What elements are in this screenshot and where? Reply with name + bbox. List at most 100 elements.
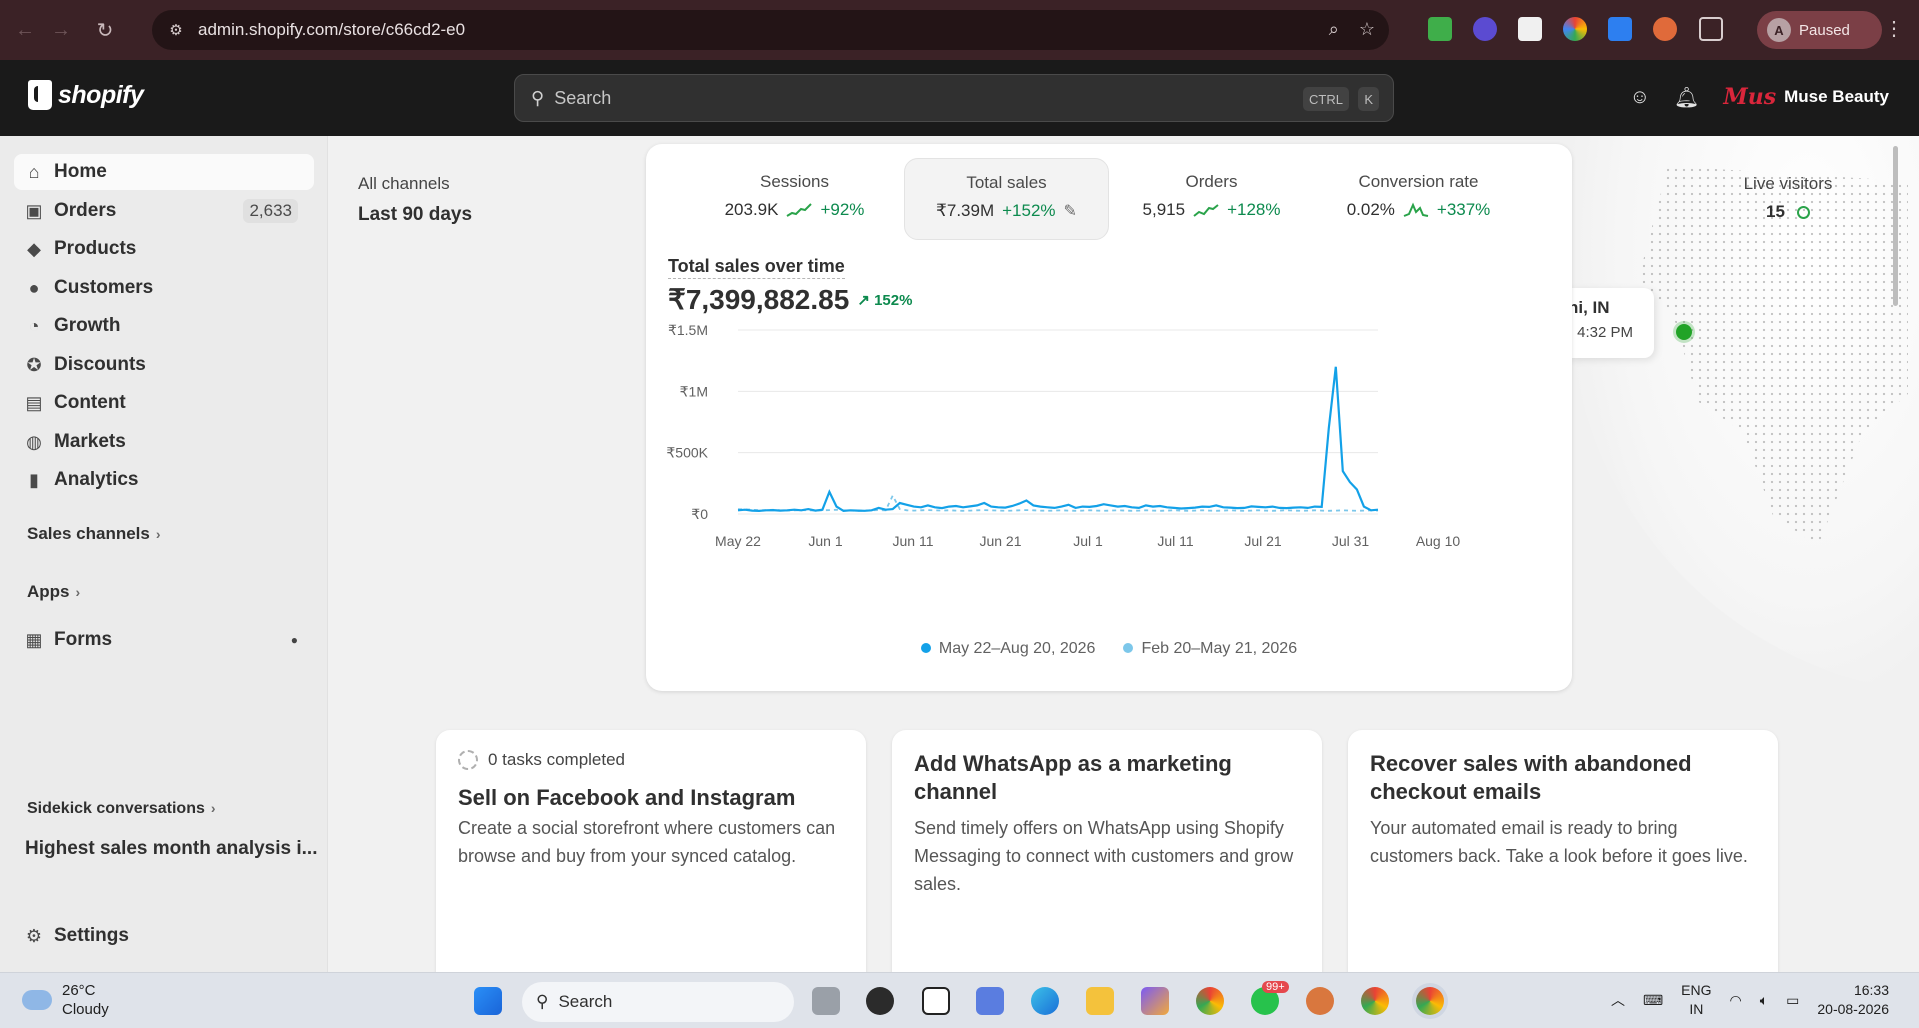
apps-link[interactable]: Apps › bbox=[27, 582, 80, 602]
arrow-up-right-icon: ↗ bbox=[857, 291, 870, 309]
metric-total-sales[interactable]: Total sales ₹7.39M +152% ✎ bbox=[904, 158, 1109, 240]
clock[interactable]: 16:33 20-08-2026 bbox=[1817, 981, 1889, 1019]
chrome-icon[interactable] bbox=[1196, 987, 1224, 1015]
sidebar-item-discounts[interactable]: ✪ Discounts bbox=[14, 347, 314, 383]
x-tick-label: Aug 10 bbox=[1416, 533, 1461, 549]
battery-icon[interactable]: ▭ bbox=[1786, 992, 1799, 1009]
sidebar-item-content[interactable]: ▤ Content bbox=[14, 385, 314, 421]
back-icon[interactable]: ← bbox=[10, 15, 40, 45]
site-settings-icon[interactable]: ⚙ bbox=[158, 21, 194, 39]
windows-start-icon[interactable] bbox=[474, 987, 502, 1015]
wifi-icon[interactable]: ◠ bbox=[1730, 992, 1742, 1009]
sidebar-item-markets[interactable]: ◍ Markets bbox=[14, 424, 314, 460]
keyboard-icon[interactable]: ⌨ bbox=[1643, 992, 1663, 1009]
chevron-up-icon[interactable]: ︿ bbox=[1611, 990, 1625, 1010]
sidebar-item-label: Discounts bbox=[54, 354, 146, 375]
extension-doc-icon[interactable] bbox=[1518, 17, 1542, 41]
profile-button[interactable]: A Paused bbox=[1757, 11, 1882, 49]
sidebar-item-settings[interactable]: ⚙ Settings bbox=[14, 918, 314, 954]
bell-icon[interactable]: 🔔︎ bbox=[1674, 85, 1699, 110]
sidebar: ⌂ Home ▣ Orders 2,633 ◆ Products ● Custo… bbox=[0, 136, 328, 972]
admin-topbar: shopify ⚲ Search CTRL K ☺ 🔔︎ Mus Muse Be… bbox=[0, 60, 1919, 136]
sidebar-item-orders[interactable]: ▣ Orders 2,633 bbox=[14, 193, 314, 229]
browser-menu-icon[interactable]: ⋮ bbox=[1884, 16, 1904, 41]
notion-icon[interactable] bbox=[922, 987, 950, 1015]
sidebar-item-forms[interactable]: ▦ Forms ● bbox=[14, 622, 314, 658]
channel-filter-label[interactable]: All channels bbox=[358, 174, 472, 194]
extensions-puzzle-icon[interactable] bbox=[1699, 17, 1723, 41]
extension-ring-icon[interactable] bbox=[1563, 17, 1587, 41]
bar-chart-icon: ▮ bbox=[29, 469, 39, 490]
address-bar[interactable]: ⚙ admin.shopify.com/store/c66cd2-e0 ⌕ ☆ bbox=[152, 10, 1389, 50]
legend-item-current[interactable]: May 22–Aug 20, 2026 bbox=[920, 640, 1096, 658]
sales-channels-link[interactable]: Sales channels › bbox=[27, 524, 161, 544]
date-channel-filter[interactable]: All channels Last 90 days bbox=[358, 174, 472, 226]
claude-icon[interactable] bbox=[1306, 987, 1334, 1015]
x-tick-label: Jul 21 bbox=[1244, 533, 1282, 549]
language-indicator[interactable]: ENG IN bbox=[1681, 981, 1711, 1019]
edge-icon[interactable] bbox=[1031, 987, 1059, 1015]
metric-value: 5,915 bbox=[1142, 200, 1186, 219]
extension-sunburst-icon[interactable] bbox=[1653, 17, 1677, 41]
forms-icon: ▦ bbox=[25, 629, 43, 650]
sales-channels-label: Sales channels bbox=[27, 524, 150, 543]
sidebar-item-home[interactable]: ⌂ Home bbox=[14, 154, 314, 190]
chrome-profile-icon[interactable] bbox=[1361, 987, 1389, 1015]
reload-icon[interactable]: ↻ bbox=[90, 15, 120, 45]
forward-icon[interactable]: → bbox=[46, 15, 76, 45]
url-text[interactable]: admin.shopify.com/store/c66cd2-e0 bbox=[198, 20, 465, 40]
store-icon[interactable] bbox=[976, 987, 1004, 1015]
weather-widget[interactable]: 26°C Cloudy bbox=[22, 981, 109, 1019]
shopify-logo[interactable]: shopify bbox=[28, 80, 144, 110]
task-title: Recover sales with abandoned checkout em… bbox=[1370, 751, 1692, 804]
sidekick-conversation-item[interactable]: Highest sales month analysis i... bbox=[25, 838, 318, 860]
task-view-icon[interactable] bbox=[812, 987, 840, 1015]
metric-value: ₹7.39M bbox=[936, 201, 995, 220]
extension-wave-icon[interactable] bbox=[1473, 17, 1497, 41]
pencil-icon[interactable]: ✎ bbox=[1064, 201, 1077, 221]
extension-green-icon[interactable] bbox=[1428, 17, 1452, 41]
live-visitors[interactable]: Live visitors 15 bbox=[1688, 174, 1888, 222]
sales-line-chart[interactable]: ₹1.5M ₹1M ₹500K ₹0 May 22 Jun 1 Jun 11 Jun 21 Ju… bbox=[646, 324, 1572, 594]
chrome-active-icon[interactable] bbox=[1416, 987, 1444, 1015]
store-name: Muse Beauty bbox=[1784, 87, 1889, 106]
copilot-icon[interactable] bbox=[1141, 987, 1169, 1015]
taskbar-search[interactable]: ⚲ Search bbox=[522, 982, 794, 1022]
task-card-abandoned-checkout[interactable]: Recover sales with abandoned checkout em… bbox=[1348, 730, 1778, 972]
metric-sessions[interactable]: Sessions 203.9K +92% bbox=[692, 158, 897, 240]
orders-count-badge: 2,633 bbox=[243, 199, 298, 223]
series-line-current[interactable] bbox=[737, 366, 1379, 513]
file-explorer-icon[interactable] bbox=[1086, 987, 1114, 1015]
sidebar-item-customers[interactable]: ● Customers bbox=[14, 270, 314, 306]
sidebar-item-growth[interactable]: ◔ Growth bbox=[14, 308, 314, 344]
sidekick-conversations-link[interactable]: Sidekick conversations › bbox=[27, 800, 216, 818]
legend-label: May 22–Aug 20, 2026 bbox=[938, 640, 1096, 657]
period-filter-label[interactable]: Last 90 days bbox=[358, 204, 472, 226]
store-switcher[interactable]: Mus Muse Beauty bbox=[1723, 84, 1889, 110]
chart-title[interactable]: Total sales over time bbox=[668, 256, 845, 279]
metric-title: Total sales bbox=[966, 173, 1047, 192]
bookmark-star-icon[interactable]: ☆ bbox=[1359, 19, 1375, 40]
zoom-icon[interactable]: ⌕ bbox=[1329, 19, 1339, 40]
task-card-whatsapp[interactable]: Add WhatsApp as a marketing channel Send… bbox=[892, 730, 1322, 972]
sidekick-icon[interactable]: ☺ bbox=[1630, 86, 1650, 109]
page-scrollbar[interactable] bbox=[1893, 146, 1898, 306]
live-ring-icon bbox=[1796, 205, 1810, 219]
metric-conversion-rate[interactable]: Conversion rate 0.02% +337% bbox=[1316, 158, 1521, 240]
legend-item-previous[interactable]: Feb 20–May 21, 2026 bbox=[1123, 640, 1297, 658]
search-icon: ⚲ bbox=[536, 992, 549, 1011]
task-card-facebook[interactable]: 0 tasks completed Sell on Facebook and I… bbox=[436, 730, 866, 972]
volume-icon[interactable]: 🔈︎ bbox=[1760, 992, 1768, 1009]
sidebar-item-products[interactable]: ◆ Products bbox=[14, 231, 314, 267]
extension-blue-gear-icon[interactable] bbox=[1608, 17, 1632, 41]
chart-total: ₹7,399,882.85 bbox=[668, 284, 850, 315]
sidebar-item-analytics[interactable]: ▮ Analytics bbox=[14, 462, 314, 498]
sidebar-item-label: Analytics bbox=[54, 469, 139, 490]
tasks-completed-count: 0 tasks completed bbox=[488, 750, 626, 769]
y-tick-label: ₹0 bbox=[691, 506, 708, 522]
metric-orders[interactable]: Orders 5,915 +128% bbox=[1109, 158, 1314, 240]
lang-region: IN bbox=[1689, 1001, 1704, 1017]
dell-icon[interactable] bbox=[866, 987, 894, 1015]
search-input[interactable]: ⚲ Search CTRL K bbox=[514, 74, 1394, 122]
chart-legend: May 22–Aug 20, 2026 Feb 20–May 21, 2026 bbox=[646, 640, 1572, 658]
